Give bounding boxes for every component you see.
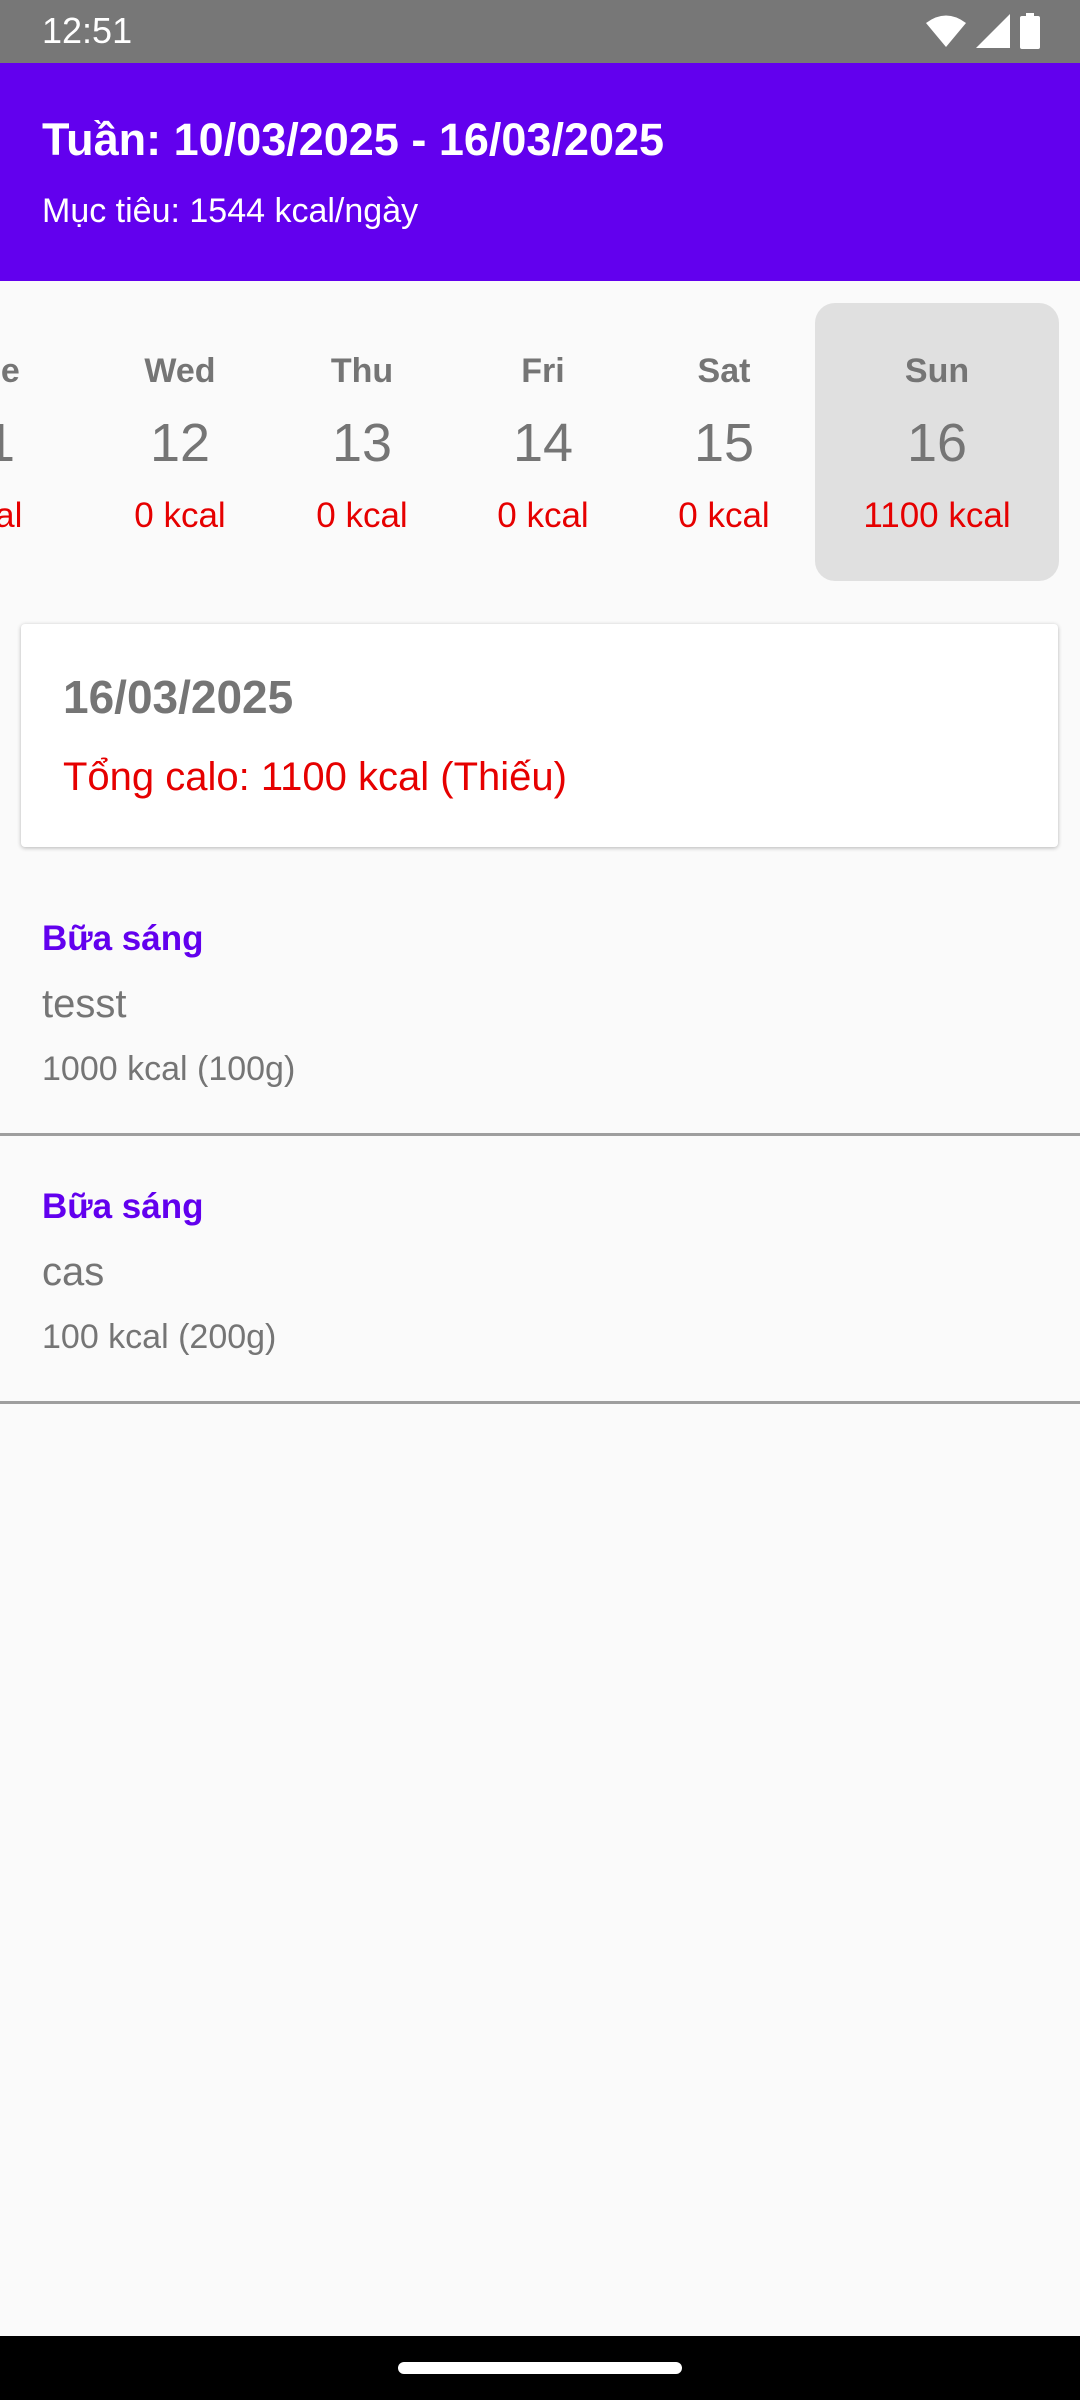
day-kcal: cal (0, 496, 23, 535)
meal-detail: 1000 kcal (100g) (42, 1050, 296, 1088)
meal-type: Bữa sáng (42, 1187, 204, 1226)
day-strip[interactable]: ue 1 cal Wed 12 0 kcal Thu 13 0 kcal Fri… (0, 281, 1080, 601)
week-title: Tuần: 10/03/2025 - 16/03/2025 (42, 114, 665, 165)
cell-signal-icon (976, 14, 1010, 48)
battery-icon (1020, 13, 1040, 49)
day-name: Thu (330, 352, 394, 390)
app-header: Tuần: 10/03/2025 - 16/03/2025 Mục tiêu: … (0, 63, 1080, 281)
status-icons (926, 13, 1040, 49)
navigation-bar (0, 2336, 1080, 2400)
day-cell-fri[interactable]: Fri 14 0 kcal (453, 303, 633, 581)
day-number: 14 (512, 413, 574, 473)
status-time: 12:51 (42, 10, 133, 51)
day-summary-card: 16/03/2025 Tổng calo: 1100 kcal (Thiếu) (21, 624, 1058, 847)
meal-list-item[interactable]: Bữa sáng tesst 1000 kcal (100g) (0, 868, 1080, 1136)
status-bar: 12:51 (0, 0, 1080, 63)
day-cell-thu[interactable]: Thu 13 0 kcal (272, 303, 452, 581)
day-number: 1 (0, 413, 58, 473)
meal-type: Bữa sáng (42, 919, 204, 958)
day-kcal: 0 kcal (316, 496, 408, 535)
screen: 12:51 Tuần: 10/03/2025 - 16/03/2025 Mục … (0, 0, 1080, 2400)
meal-list-item[interactable]: Bữa sáng cas 100 kcal (200g) (0, 1136, 1080, 1404)
day-number: 13 (331, 413, 393, 473)
day-number: 12 (149, 413, 211, 473)
day-kcal: 0 kcal (678, 496, 770, 535)
summary-date: 16/03/2025 (63, 671, 294, 723)
day-name: Fri (521, 352, 565, 390)
day-number: 15 (693, 413, 755, 473)
daily-goal: Mục tiêu: 1544 kcal/ngày (42, 192, 419, 230)
day-kcal: 0 kcal (134, 496, 226, 535)
day-number: 16 (906, 413, 968, 473)
wifi-icon (926, 14, 966, 48)
day-kcal: 0 kcal (497, 496, 589, 535)
day-name: Sun (904, 352, 970, 390)
day-kcal: 1100 kcal (863, 496, 1011, 535)
day-cell-tue[interactable]: ue 1 cal (0, 303, 58, 581)
summary-total-calories: Tổng calo: 1100 kcal (Thiếu) (63, 755, 567, 799)
day-cell-sun[interactable]: Sun 16 1100 kcal (815, 303, 1059, 581)
day-cell-sat[interactable]: Sat 15 0 kcal (634, 303, 814, 581)
home-gesture-handle[interactable] (398, 2362, 682, 2374)
meal-detail: 100 kcal (200g) (42, 1318, 277, 1356)
day-name: ue (0, 352, 20, 390)
day-name: Wed (144, 352, 216, 390)
day-cell-wed[interactable]: Wed 12 0 kcal (90, 303, 270, 581)
day-name: Sat (697, 352, 751, 390)
meal-name: cas (42, 1250, 105, 1294)
meal-name: tesst (42, 982, 127, 1026)
